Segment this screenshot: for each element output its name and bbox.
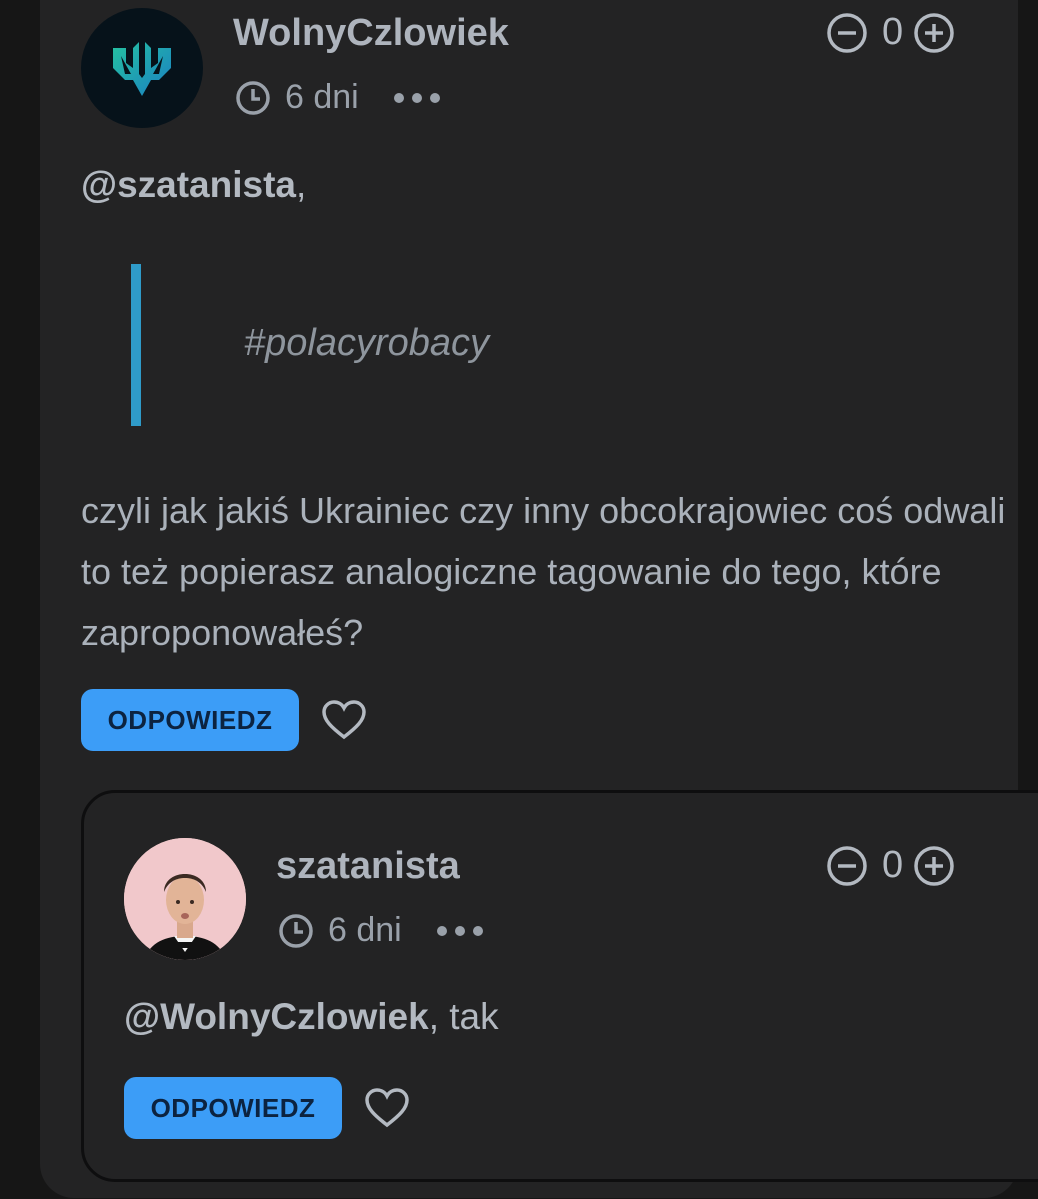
upvote-icon[interactable] [913,845,955,887]
upvote-icon[interactable] [913,12,955,54]
clock-icon [236,80,270,115]
reply-meta: 6 dni [278,911,484,950]
reply-mention-line: @WolnyCzlowiek, tak [124,996,499,1037]
downvote-icon[interactable] [826,12,868,54]
quote-bar [131,264,141,426]
reply-username[interactable]: szatanista [276,847,460,885]
heart-icon[interactable] [321,699,367,741]
post-mention-line: @szatanista, [81,164,307,205]
reply-votes: 0 [826,844,955,887]
quote-text: #polacyrobacy [244,322,490,364]
reply-vote-count: 0 [882,844,904,886]
more-dots-icon[interactable] [393,92,441,104]
downvote-icon[interactable] [826,845,868,887]
more-dots-icon[interactable] [436,925,484,937]
post-body: czyli jak jakiś Ukrainiec czy inny obcok… [81,490,1006,653]
reply-button[interactable]: ODPOWIEDZ [124,1077,342,1139]
avatar-wolnyczlowiek[interactable] [81,8,203,128]
post-vote-count: 0 [882,11,904,53]
clock-icon [279,913,313,948]
mention-link[interactable]: @WolnyCzlowiek [124,996,429,1037]
post-username[interactable]: WolnyCzlowiek [233,14,509,52]
post-time: 6 dni [285,78,359,116]
post-votes: 0 [826,11,955,54]
heart-icon[interactable] [364,1087,410,1129]
avatar-szatanista[interactable] [124,838,246,960]
post-meta: 6 dni [235,78,441,117]
reply-button[interactable]: ODPOWIEDZ [81,689,299,751]
reply-time: 6 dni [328,911,402,949]
mention-link[interactable]: @szatanista [81,164,296,205]
